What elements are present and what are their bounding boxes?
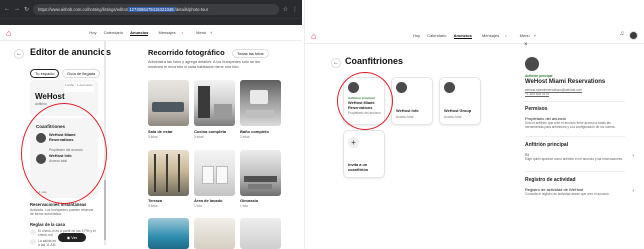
chevron-right-icon[interactable]: › [632, 188, 634, 194]
photo-tour-description: Administra las fotos y agrega detalles. … [148, 60, 260, 69]
listing-host-sub: Anfitrión [35, 102, 47, 106]
reload-icon[interactable]: ↻ [24, 6, 29, 13]
host-nav: Hoy Calendario Anuncios Mensajes • Menú ˅ [0, 30, 302, 36]
browser-toolbar: ← → ↻ https://www.airbnb.com.co/hosting/… [0, 0, 302, 18]
room-count: 2 fotos [240, 135, 250, 139]
room-photo[interactable] [148, 150, 189, 196]
chevron-right-icon[interactable]: › [632, 153, 634, 159]
cohost-tile[interactable]: WeHost Group Acceso total [439, 77, 481, 125]
room-name: Sala de estar [148, 129, 173, 134]
nav-listings[interactable]: Anuncios [453, 33, 472, 39]
tab-arrival-guide[interactable]: Guía de llegada [62, 69, 101, 78]
activity-log-title: Registro de actividad [525, 177, 576, 183]
photo-tour-title: Recorrido fotográfico [148, 48, 225, 57]
activity-log-body: Consulta el registro de actividad desde … [525, 192, 610, 196]
nav-today[interactable]: Hoy [413, 33, 420, 38]
close-icon[interactable]: × [524, 42, 528, 48]
room-photo[interactable] [194, 218, 235, 249]
nav-calendar[interactable]: Calendario [104, 30, 123, 35]
address-bar[interactable]: https://www.airbnb.com.co/hosting/listin… [33, 3, 279, 15]
detail-phone-link[interactable]: +1 305 528 4176 [525, 92, 549, 96]
avatar [525, 57, 539, 71]
url-suffix: /details/photo-tour [174, 6, 209, 12]
avatar [444, 82, 455, 93]
divider [525, 171, 625, 172]
divider [525, 136, 625, 137]
room-photo[interactable] [240, 80, 281, 126]
room-photo[interactable] [240, 150, 281, 196]
nav-menu[interactable]: Menú ˅ [517, 33, 536, 38]
room-count: 1 foto [240, 204, 248, 208]
airbnb-header: ⌂ Hoy Calendario Anuncios Mensajes • Menú… [305, 28, 644, 44]
room-count: 3 fotos [148, 204, 158, 208]
nav-today[interactable]: Hoy [89, 30, 96, 35]
star-icon[interactable]: ☆ [283, 6, 288, 13]
back-button[interactable]: ← [331, 58, 341, 68]
nav-menu[interactable]: Menú ˅ [193, 30, 212, 35]
cohost-name: WeHost Info [396, 108, 419, 113]
divider [525, 101, 625, 102]
room-name: Cocina completa [194, 129, 227, 134]
scrollbar-thumb[interactable] [104, 180, 106, 240]
nav-listings[interactable]: Anuncios [130, 30, 149, 36]
all-photos-button[interactable]: Todas las fotos [232, 49, 269, 58]
cohost-name: WeHost Group [444, 108, 472, 113]
bookmarks-bar [0, 18, 302, 25]
primary-host-body: Elige quién aparece como anfitrión en el… [525, 157, 623, 161]
room-photo[interactable] [148, 218, 189, 249]
nav-messages[interactable]: Mensajes • [155, 30, 186, 35]
room-name: Terraza [148, 198, 162, 203]
room-name: Gimnasio [240, 198, 259, 203]
back-button[interactable]: ← [14, 49, 24, 59]
back-arrow-icon[interactable]: ← [4, 6, 10, 12]
room-photo[interactable] [194, 150, 235, 196]
cohost-role: Acceso total [396, 115, 414, 119]
owner-body: Solo el anfitrión que creó el anuncio ti… [525, 121, 616, 129]
nav-calendar[interactable]: Calendario [427, 33, 446, 38]
listing-host-name: WeHost [35, 92, 65, 101]
clock-icon [30, 239, 36, 245]
permissions-title: Permisos [525, 106, 548, 112]
listing-thumbnail: 1 baño · 1 dormitorio [64, 82, 94, 92]
clock-icon [30, 229, 36, 235]
url-prefix: https://www.airbnb.com.co/hosting/listin… [38, 6, 129, 12]
listing-editor-window: ← → ↻ https://www.airbnb.com.co/hosting/… [0, 0, 302, 249]
room-name: Área de lavado [194, 198, 223, 203]
invite-cohost-label: Invita a un coanfitrión [348, 162, 369, 172]
host-nav: Hoy Calendario Anuncios Mensajes • Menú ˅ [305, 33, 644, 39]
tab-your-space[interactable]: Tu espacio [30, 69, 60, 78]
room-name: Baño completo [240, 129, 269, 134]
instant-booking-body: Activada. Los huéspedes pueden reservar … [30, 208, 94, 217]
house-rule-item: La salida es a las 11 AM [38, 239, 57, 248]
bell-icon[interactable]: ♫ [620, 31, 625, 37]
menu-dots-icon[interactable]: ⋮ [292, 6, 298, 13]
highlight-circle [337, 72, 393, 130]
room-photo[interactable] [240, 218, 281, 249]
plus-icon: + [348, 137, 359, 148]
room-count: 1 foto [194, 204, 202, 208]
cohost-role: Acceso total [444, 115, 462, 119]
house-rules-title[interactable]: Reglas de la casa [30, 222, 65, 227]
primary-host-title: Anfitrión principal [525, 142, 569, 148]
cohost-tile[interactable]: WeHost Info Acceso total [391, 77, 433, 125]
page-title: Editor de anuncios [30, 47, 112, 57]
highlight-circle [21, 103, 107, 204]
primary-host-badge: Anfitrión principal [525, 74, 553, 78]
avatar[interactable] [629, 31, 638, 40]
room-count: 3 fotos [148, 135, 158, 139]
room-photo[interactable] [194, 80, 235, 126]
airbnb-header: ⌂ Hoy Calendario Anuncios Mensajes • Menú… [0, 25, 302, 41]
avatar [396, 82, 407, 93]
detail-host-name: WeHost Miami Reservations [525, 79, 606, 85]
room-photo[interactable] [148, 80, 189, 126]
forward-arrow-icon[interactable]: → [14, 6, 20, 12]
page-title: Coanfitriones [345, 56, 404, 66]
invite-cohost-tile[interactable]: + Invita a un coanfitrión [343, 130, 385, 178]
view-button[interactable]: ◉ Ver [58, 233, 86, 242]
nav-messages[interactable]: Mensajes • [479, 33, 510, 38]
room-count: 3 fotos [194, 135, 204, 139]
url-selected: 1274066479416321048 [128, 6, 175, 12]
